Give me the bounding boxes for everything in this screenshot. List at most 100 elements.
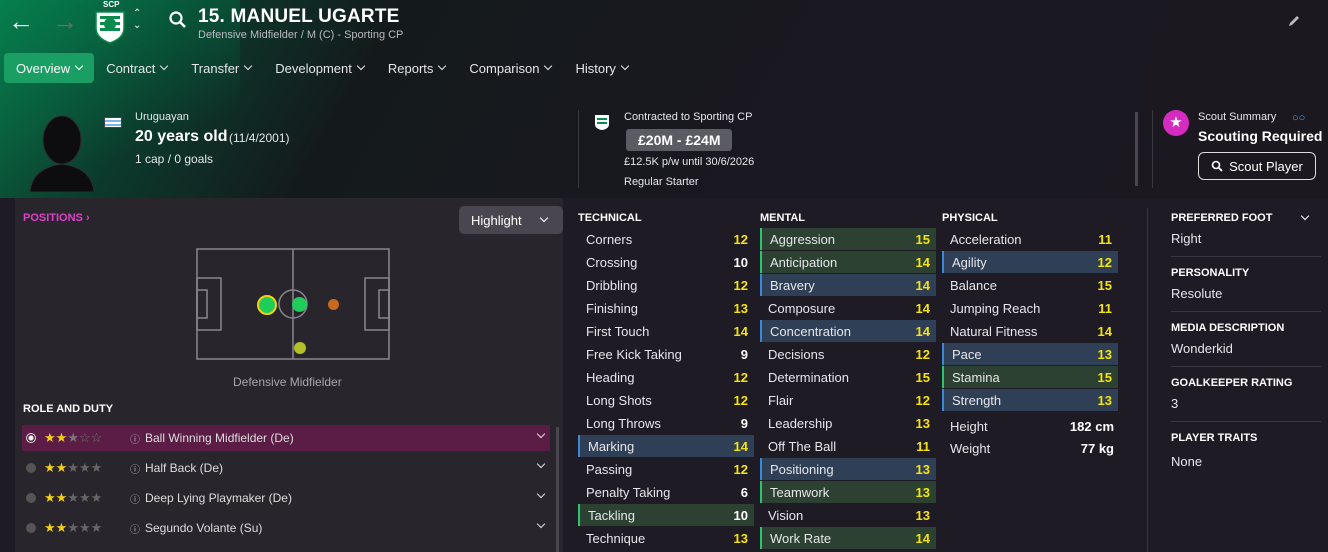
scrollbar[interactable] [1135,112,1138,186]
attribute-name: Stamina [952,369,1000,385]
chevron-down-icon[interactable] [536,519,546,529]
info-icon[interactable]: ⓘ [130,491,140,506]
radio-icon[interactable] [26,463,36,473]
attribute-value: 9 [740,346,748,362]
attribute-row[interactable]: Bravery 14 [760,274,936,296]
chevron-down-icon[interactable] [536,459,546,469]
search-icon[interactable] [168,10,188,35]
attribute-row[interactable]: Off The Ball 11 [760,435,936,457]
attribute-row[interactable]: Natural Fitness 14 [942,320,1118,342]
tab-comparison[interactable]: Comparison [457,53,563,83]
attribute-row[interactable]: Concentration 14 [760,320,936,342]
attribute-value: 13 [915,415,930,431]
attribute-row[interactable]: Crossing 10 [578,251,754,273]
scout-player-button[interactable]: Scout Player [1198,152,1316,180]
position-dot-dm-natural[interactable] [257,295,277,315]
role-row[interactable]: ★★★★★ ⓘ Deep Lying Playmaker (De) [22,485,550,511]
info-icon[interactable]: ⓘ [130,521,140,536]
attribute-value: 10 [733,507,748,523]
personality-value: Resolute [1171,286,1223,301]
attribute-row[interactable]: Free Kick Taking 9 [578,343,754,365]
chevron-down-icon[interactable] [536,429,546,439]
attribute-row[interactable]: Leadership 13 [760,412,936,434]
position-dot-mr[interactable] [294,342,306,354]
positions-link[interactable]: POSITIONS › [23,212,90,224]
attribute-row[interactable]: Decisions 12 [760,343,936,365]
player-avatar [24,110,100,193]
back-arrow-icon[interactable]: ← [8,6,34,37]
attribute-name: Balance [950,277,997,293]
attribute-row[interactable]: Jumping Reach 11 [942,297,1118,319]
position-dot-mc[interactable] [292,297,307,312]
attribute-name: Determination [768,369,849,385]
attribute-row[interactable]: Technique 13 [578,527,754,549]
attribute-name: Strength [952,392,1002,408]
technical-heading: TECHNICAL [578,212,642,224]
radio-icon[interactable] [26,523,36,533]
attribute-row[interactable]: Determination 15 [760,366,936,388]
attribute-value: 12 [915,392,930,408]
attribute-row[interactable]: Marking 14 [578,435,754,457]
attribute-row[interactable]: Dribbling 12 [578,274,754,296]
attribute-row[interactable]: Anticipation 14 [760,251,936,273]
attribute-row[interactable]: Stamina 15 [942,366,1118,388]
radio-icon[interactable] [26,493,36,503]
attribute-row[interactable]: First Touch 14 [578,320,754,342]
attribute-row[interactable]: Positioning 13 [760,458,936,480]
tab-overview[interactable]: Overview [4,53,95,83]
info-icon[interactable]: ⓘ [130,461,140,476]
tab-transfer[interactable]: Transfer [179,53,263,83]
forward-arrow-icon[interactable]: → [52,6,78,37]
tab-development[interactable]: Development [263,53,376,83]
role-row[interactable]: ★★★★★ ⓘ Segundo Volante (Su) [22,515,550,541]
attribute-row[interactable]: Aggression 15 [760,228,936,250]
binoculars-icon[interactable]: ○○ [1292,112,1305,124]
attribute-row[interactable]: Composure 14 [760,297,936,319]
attribute-value: 15 [1097,277,1112,293]
club-switch-chevrons-icon[interactable]: ⌃ ⌄ [133,8,141,32]
height-label: Height [950,419,988,434]
tab-contract[interactable]: Contract [94,53,179,83]
attribute-value: 12 [733,392,748,408]
attribute-row[interactable]: Finishing 13 [578,297,754,319]
attribute-name: Passing [586,461,633,477]
attribute-row[interactable]: Passing 12 [578,458,754,480]
highlight-dropdown[interactable]: Highlight [459,206,563,234]
attribute-row[interactable]: Strength 13 [942,389,1118,411]
chevron-down-icon [356,61,366,71]
attribute-row[interactable]: Teamwork 13 [760,481,936,503]
role-row-selected[interactable]: ★★★☆☆ ⓘ Ball Winning Midfielder (De) [22,425,550,451]
radio-selected-icon[interactable] [26,433,36,443]
role-row[interactable]: ★★★★★ ⓘ Half Back (De) [22,455,550,481]
attribute-name: Concentration [770,323,851,339]
attribute-row[interactable]: Tackling 10 [578,504,754,526]
goalkeeper-rating-value: 3 [1171,396,1179,411]
roles-scrollbar[interactable] [556,427,559,552]
attribute-row[interactable]: Long Shots 12 [578,389,754,411]
edit-pencil-icon[interactable] [1287,14,1301,33]
attribute-name: Dribbling [586,277,638,293]
attribute-row[interactable]: Balance 15 [942,274,1118,296]
position-dot-amc[interactable] [328,299,339,310]
attribute-row[interactable]: Pace 13 [942,343,1118,365]
info-icon[interactable]: ⓘ [130,431,140,446]
attribute-row[interactable]: Work Rate 14 [760,527,936,549]
player-dob: (11/4/2001) [229,131,290,145]
physical-heading: PHYSICAL [942,212,998,224]
attribute-row[interactable]: Vision 13 [760,504,936,526]
attribute-row[interactable]: Heading 12 [578,366,754,388]
height-value: 182 cm [1069,419,1114,434]
chevron-down-icon [620,61,630,71]
attribute-row[interactable]: Long Throws 9 [578,412,754,434]
attribute-name: Free Kick Taking [586,346,682,362]
transfer-value-badge[interactable]: £20M - £24M [626,129,733,151]
attribute-name: Marking [588,438,635,454]
tab-reports[interactable]: Reports [376,53,458,83]
attribute-row[interactable]: Penalty Taking 6 [578,481,754,503]
chevron-down-icon[interactable] [536,489,546,499]
attribute-row[interactable]: Flair 12 [760,389,936,411]
attribute-row[interactable]: Corners 12 [578,228,754,250]
attribute-row[interactable]: Agility 12 [942,251,1118,273]
attribute-row[interactable]: Acceleration 11 [942,228,1118,250]
tab-history[interactable]: History [563,53,639,83]
